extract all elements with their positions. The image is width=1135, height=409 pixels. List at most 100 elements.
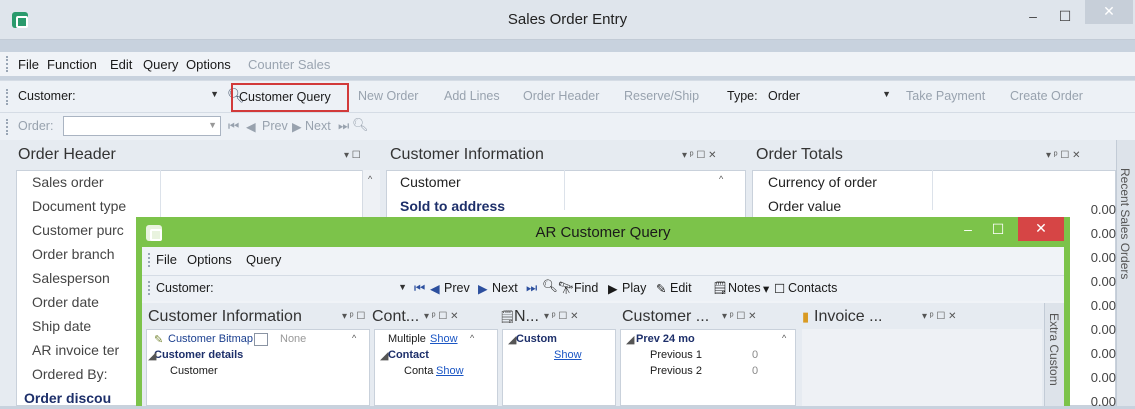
- menu-query[interactable]: Query: [246, 252, 281, 267]
- find-button[interactable]: Find: [574, 281, 598, 295]
- prev-icon[interactable]: ◀: [246, 119, 256, 134]
- chevron-up-icon[interactable]: ^: [352, 333, 356, 343]
- customer-combo[interactable]: ▼: [84, 87, 222, 107]
- customer-label: Customer:: [156, 281, 214, 295]
- history-row-label: Previous 2: [650, 365, 702, 377]
- contacts-show-link[interactable]: Show: [430, 333, 458, 345]
- panel-controls-icon[interactable]: ▾ ᵖ ☐ ✕: [922, 311, 956, 322]
- window-title: Sales Order Entry: [507, 11, 628, 28]
- prev-icon[interactable]: ◀: [430, 281, 440, 296]
- menu-counter-sales[interactable]: Counter Sales: [248, 57, 330, 72]
- contact-row-label: Conta: [404, 365, 434, 377]
- chevron-down-icon: ▼: [208, 120, 217, 130]
- contact-show-link[interactable]: Show: [436, 365, 464, 377]
- total-value: 0.00: [1090, 298, 1116, 313]
- chevron-up-icon[interactable]: ^: [470, 333, 474, 343]
- panel-controls-icon[interactable]: ▾ ☐: [344, 150, 361, 161]
- menu-options[interactable]: Options: [186, 57, 231, 72]
- menu-function[interactable]: Function: [47, 57, 97, 72]
- new-order-button[interactable]: New Order: [358, 89, 418, 103]
- contact-group[interactable]: Contact: [388, 349, 429, 361]
- maximize-button[interactable]: ☐: [1050, 8, 1080, 25]
- contacts-button[interactable]: Contacts: [788, 281, 837, 295]
- dropdown-icon[interactable]: ▾: [763, 281, 769, 296]
- type-label: Type:: [727, 89, 758, 103]
- contacts-multiple: Multiple: [388, 333, 426, 345]
- order-toolbar: Order: ▼ ⏮ ◀ Prev ▶ Next ⏭ 🔍︎: [0, 112, 1135, 140]
- panel-controls-icon[interactable]: ▾ ᵖ ☐: [342, 311, 365, 322]
- last-icon[interactable]: ⏭: [526, 281, 537, 296]
- menu-file[interactable]: File: [156, 252, 177, 267]
- search-icon[interactable]: 🔍︎: [352, 117, 369, 133]
- close-button[interactable]: ✕: [1085, 0, 1133, 24]
- customer-label: Customer:: [18, 89, 76, 103]
- panel-controls-icon[interactable]: ▾ ᵖ ☐ ✕: [1046, 150, 1080, 161]
- collapse-icon[interactable]: ◢: [626, 333, 634, 346]
- customer-info-row: Customer: [400, 174, 461, 190]
- prev-button[interactable]: Prev: [262, 119, 288, 133]
- maximize-button[interactable]: ☐: [986, 221, 1010, 238]
- edit-icon[interactable]: ✎: [656, 281, 666, 296]
- ar-invoice-area: [802, 329, 1042, 406]
- customer-query-button[interactable]: Customer Query: [231, 83, 349, 112]
- grip: [6, 119, 8, 135]
- order-combo[interactable]: ▼: [63, 116, 221, 136]
- first-icon[interactable]: ⏮: [228, 119, 239, 134]
- order-header-row: Order discou: [24, 390, 112, 406]
- panel-controls-icon[interactable]: ▾ ᵖ ☐ ✕: [722, 311, 756, 322]
- history-row-value: 0: [752, 365, 759, 377]
- minimize-button[interactable]: –: [956, 221, 980, 237]
- order-header-title: Order Header: [18, 146, 116, 163]
- chevron-up-icon[interactable]: ^: [368, 174, 372, 184]
- menu-options[interactable]: Options: [187, 252, 232, 267]
- take-payment-button[interactable]: Take Payment: [906, 89, 985, 103]
- order-header-button[interactable]: Order Header: [523, 89, 599, 103]
- menu-file[interactable]: File: [18, 57, 39, 72]
- collapse-icon[interactable]: ◢: [148, 349, 156, 362]
- reserve-ship-button[interactable]: Reserve/Ship: [624, 89, 699, 103]
- play-icon[interactable]: ▶: [608, 281, 618, 296]
- customer-details-group[interactable]: Customer details: [154, 349, 243, 361]
- type-combo[interactable]: Order ▼: [766, 87, 894, 107]
- menu-query[interactable]: Query: [143, 57, 178, 72]
- minimize-button[interactable]: –: [1018, 8, 1048, 24]
- recent-sales-orders-tab[interactable]: Recent Sales Orders: [1118, 168, 1132, 279]
- create-order-button[interactable]: Create Order: [1010, 89, 1083, 103]
- next-icon[interactable]: ▶: [478, 281, 488, 296]
- menu-edit[interactable]: Edit: [110, 57, 132, 72]
- next-icon[interactable]: ▶: [292, 119, 302, 134]
- panel-controls-icon[interactable]: ▾ ᵖ ☐ ✕: [682, 150, 716, 161]
- panel-controls-icon[interactable]: ▾ ᵖ ☐ ✕: [544, 311, 578, 322]
- notes-group[interactable]: Custom: [516, 333, 557, 345]
- order-header-row: Document type: [32, 198, 127, 214]
- total-value: 0.00: [1090, 370, 1116, 385]
- extra-custom-tab[interactable]: Extra Custom: [1047, 313, 1061, 386]
- next-button[interactable]: Next: [305, 119, 331, 133]
- add-lines-button[interactable]: Add Lines: [444, 89, 500, 103]
- total-value: 0.00: [1090, 274, 1116, 289]
- chart-icon: ▮: [802, 309, 810, 324]
- type-value: Order: [768, 89, 800, 103]
- chevron-up-icon[interactable]: ^: [719, 174, 723, 184]
- prev-button[interactable]: Prev: [444, 281, 470, 295]
- first-icon[interactable]: ⏮: [414, 281, 425, 296]
- notes-icon[interactable]: 🗒: [712, 281, 728, 296]
- customer-combo[interactable]: ▼: [220, 279, 410, 299]
- next-button[interactable]: Next: [492, 281, 518, 295]
- notes-show-link[interactable]: Show: [554, 349, 582, 361]
- customer-info-row: Sold to address: [400, 198, 506, 214]
- search-icon[interactable]: 🔍︎: [542, 279, 558, 294]
- binoculars-icon[interactable]: 🔭︎: [558, 281, 574, 296]
- customer-bitmap-label: Customer Bitmap: [168, 333, 253, 345]
- edit-button[interactable]: Edit: [670, 281, 692, 295]
- prev-24-group[interactable]: Prev 24 mo: [636, 333, 695, 345]
- bitmap-checkbox[interactable]: [254, 333, 268, 346]
- notes-button[interactable]: Notes: [728, 281, 761, 295]
- play-button[interactable]: Play: [622, 281, 646, 295]
- close-button[interactable]: ✕: [1018, 217, 1064, 241]
- panel-controls-icon[interactable]: ▾ ᵖ ☐ ✕: [424, 311, 458, 322]
- bitmap-value: None: [280, 333, 307, 345]
- chevron-up-icon[interactable]: ^: [782, 333, 786, 343]
- contacts-icon[interactable]: ☐: [774, 281, 785, 296]
- last-icon[interactable]: ⏭: [338, 119, 349, 134]
